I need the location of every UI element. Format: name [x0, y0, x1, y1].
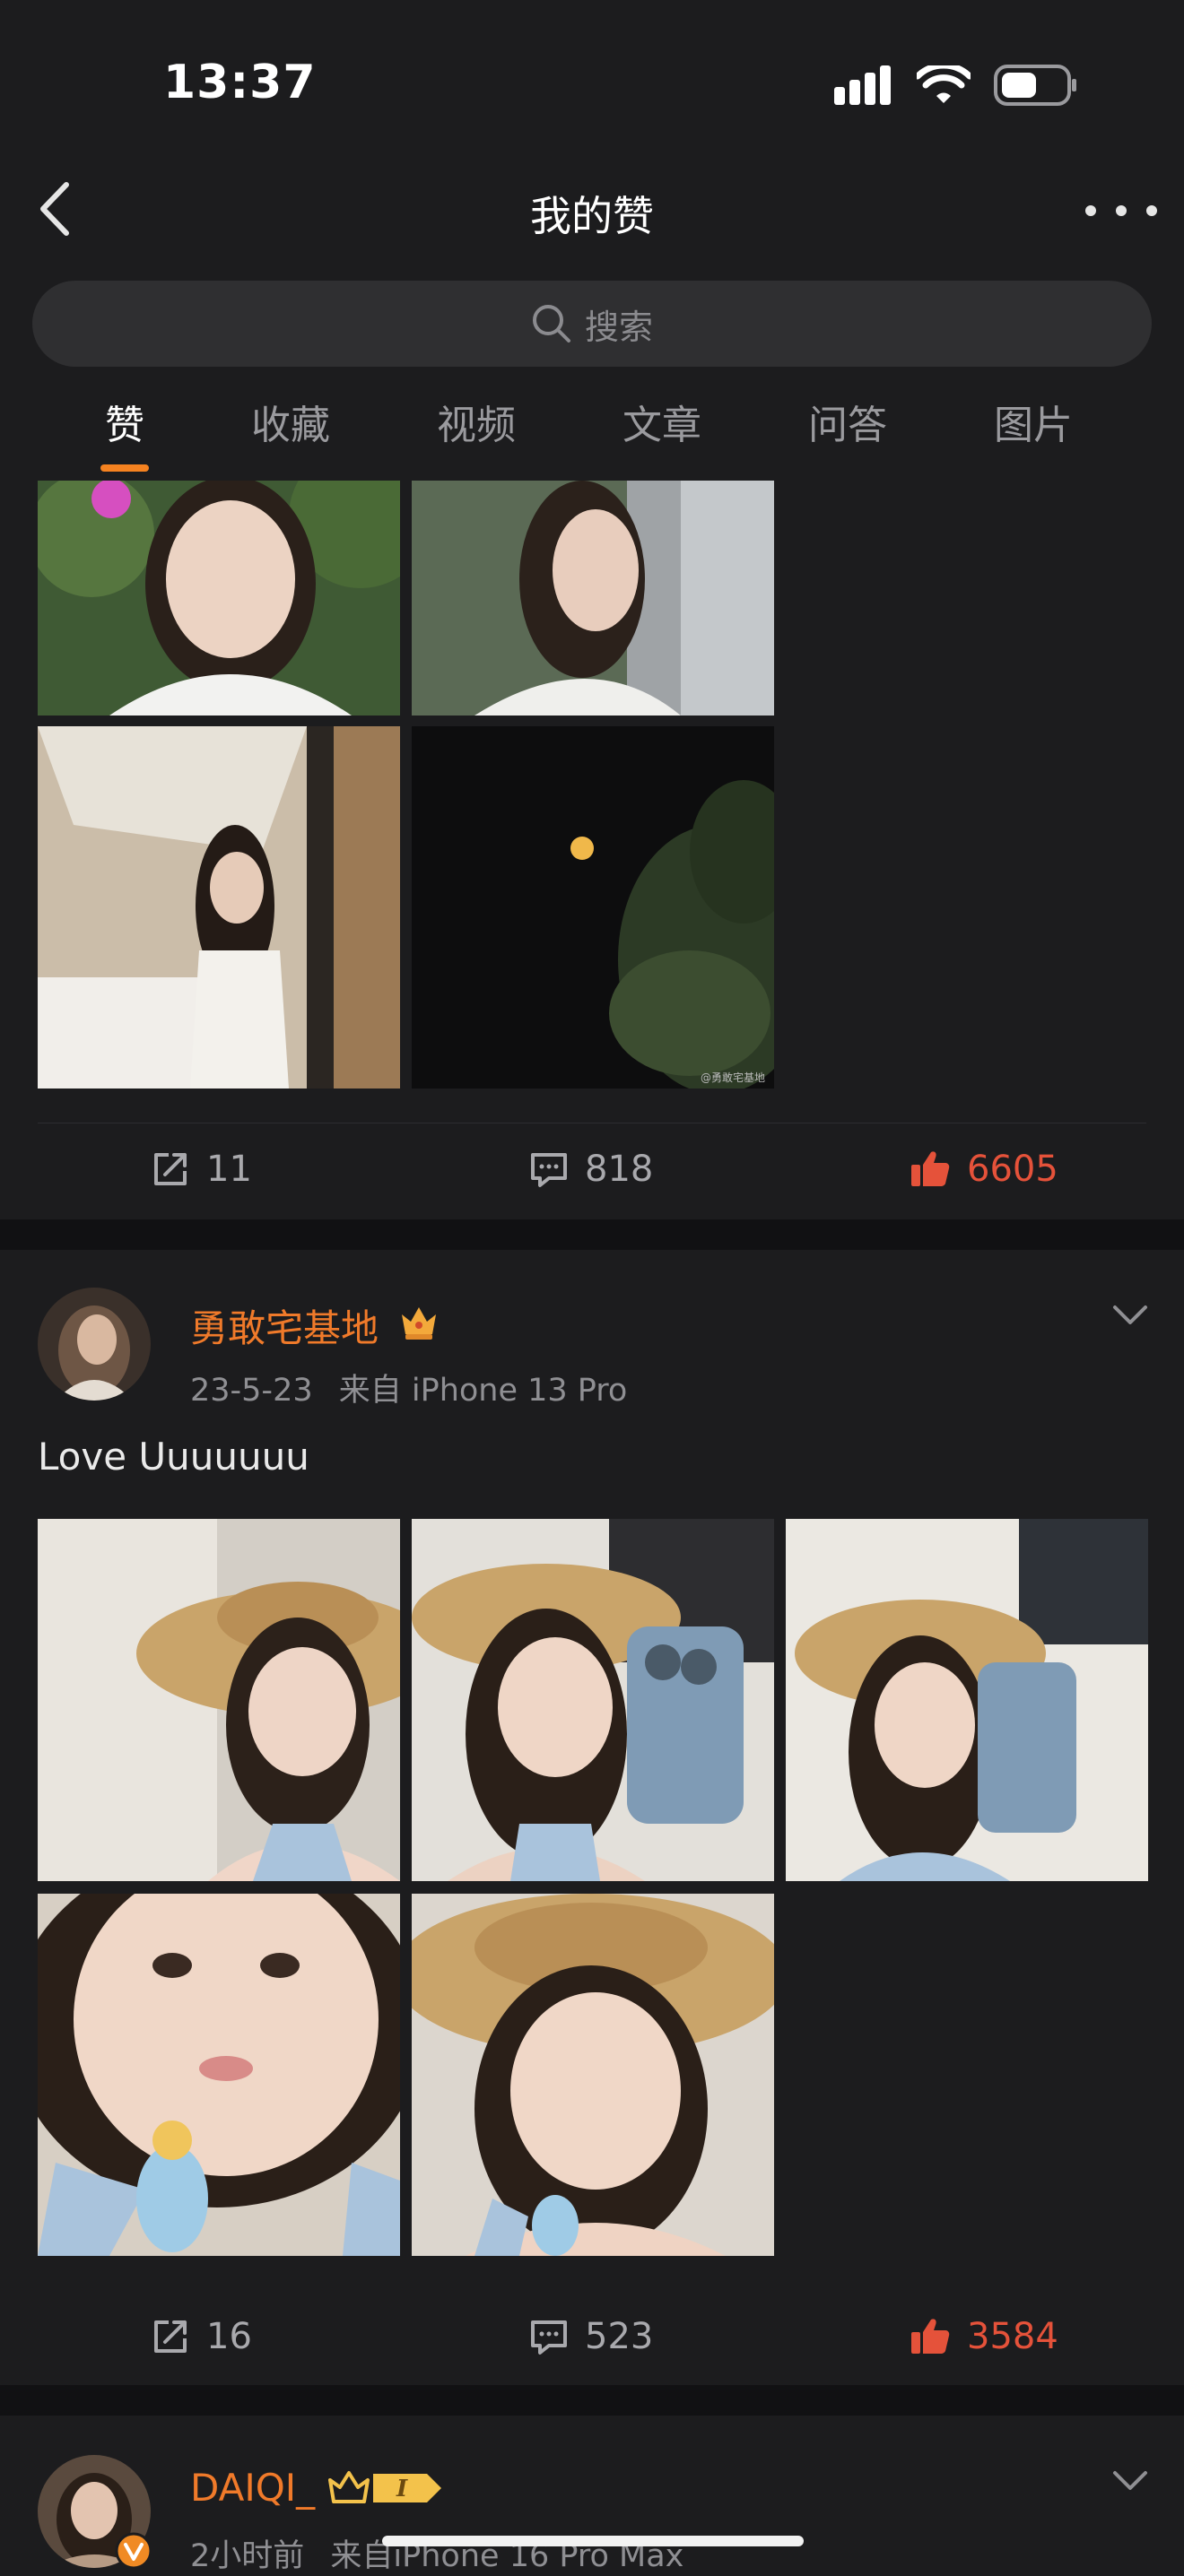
search-placeholder: 搜索	[584, 307, 653, 347]
more-dot-icon	[1085, 205, 1096, 216]
wifi-icon	[917, 65, 971, 103]
repost-count: 16	[206, 2316, 252, 2357]
post-separator	[0, 1219, 1184, 1250]
post-meta: 23-5-23 来自 iPhone 13 Pro	[190, 1365, 627, 1410]
verified-badge-icon	[115, 2532, 152, 2570]
image-watermark: @勇敢宅基地	[701, 1071, 765, 1084]
like-count: 6605	[967, 1149, 1058, 1190]
tab-likes[interactable]: 赞	[105, 393, 144, 450]
post-image[interactable]	[38, 1519, 400, 1881]
post-image[interactable]	[412, 1519, 774, 1881]
avatar[interactable]	[38, 1288, 151, 1401]
search-icon	[532, 305, 570, 343]
tab-articles[interactable]: 文章	[622, 393, 701, 450]
more-dot-icon	[1146, 205, 1157, 216]
member-badge: I	[326, 2468, 443, 2509]
post-image[interactable]: @勇敢宅基地	[412, 726, 774, 1089]
cellular-signal-icon	[834, 65, 891, 105]
post-separator	[0, 2385, 1184, 2416]
battery-icon	[994, 65, 1076, 106]
comment-count: 818	[585, 1149, 654, 1190]
status-icons	[834, 63, 1078, 108]
post-image[interactable]	[38, 481, 400, 716]
comment-button[interactable]: 523	[529, 2316, 653, 2357]
comment-icon	[531, 2320, 567, 2355]
post-image[interactable]	[412, 1894, 774, 2256]
post-time: 2小时前	[190, 2538, 305, 2574]
like-button[interactable]: 6605	[910, 1149, 1058, 1190]
status-time: 13:37	[163, 56, 317, 109]
repost-icon	[154, 1153, 187, 1185]
tab-qa[interactable]: 问答	[808, 393, 887, 450]
repost-button[interactable]: 11	[151, 1149, 252, 1190]
thumbs-up-icon	[911, 2319, 950, 2354]
chevron-down-icon[interactable]	[1112, 2470, 1148, 2492]
post-image[interactable]	[412, 481, 774, 716]
tab-videos[interactable]: 视频	[437, 393, 516, 450]
tab-bar: 赞 收藏 视频 文章 问答 图片	[0, 393, 1184, 464]
post-source: 来自 iPhone 13 Pro	[338, 1373, 628, 1409]
tab-pictures[interactable]: 图片	[994, 393, 1073, 450]
page-title: 我的赞	[530, 192, 654, 240]
comment-button[interactable]: 818	[529, 1149, 653, 1190]
home-indicator[interactable]	[382, 2536, 804, 2546]
post-image[interactable]	[38, 726, 400, 1089]
level-badge-icon: I	[373, 2474, 441, 2502]
comment-icon	[531, 1153, 567, 1187]
username[interactable]: 勇敢宅基地	[190, 1298, 379, 1353]
post-image[interactable]	[38, 1894, 400, 2256]
thumbs-up-icon	[911, 1151, 950, 1186]
post-time: 23-5-23	[190, 1373, 313, 1409]
like-count: 3584	[967, 2316, 1058, 2357]
repost-count: 11	[206, 1149, 252, 1190]
repost-icon	[154, 2320, 187, 2353]
username[interactable]: DAIQI_	[190, 2466, 315, 2510]
level-badge-text: I	[396, 2476, 408, 2502]
more-dot-icon	[1116, 205, 1127, 216]
like-button[interactable]: 3584	[910, 2316, 1058, 2357]
active-tab-indicator	[100, 464, 149, 472]
crown-badge-icon	[402, 1307, 436, 1340]
more-options-button[interactable]	[1085, 188, 1157, 233]
tab-favorites[interactable]: 收藏	[251, 393, 330, 450]
search-input[interactable]: 搜索	[32, 281, 1152, 367]
post-text: Love Uuuuuuu	[38, 1435, 309, 1479]
chevron-down-icon[interactable]	[1112, 1305, 1148, 1326]
crown-badge-icon	[328, 2471, 370, 2503]
repost-button[interactable]: 16	[151, 2316, 252, 2357]
post-image[interactable]	[786, 1519, 1148, 1881]
comment-count: 523	[585, 2316, 654, 2357]
